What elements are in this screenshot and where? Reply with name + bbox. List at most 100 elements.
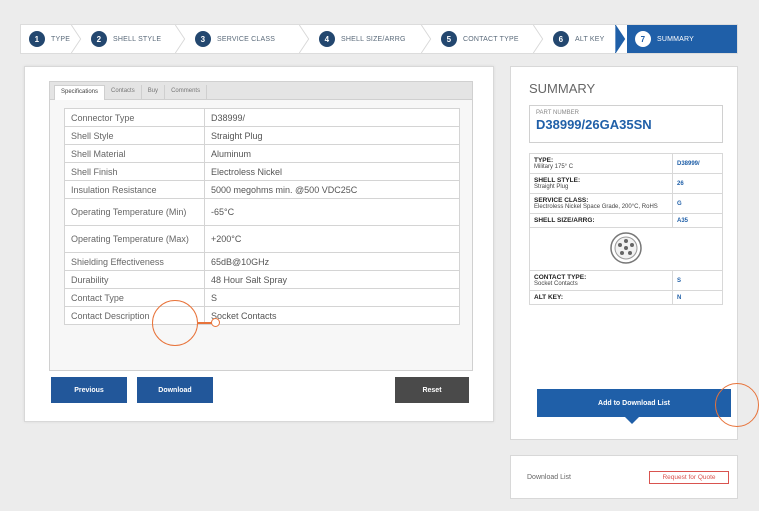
table-row: SHELL STYLE: Straight Plug 26 bbox=[529, 173, 723, 194]
request-quote-button[interactable]: Request for Quote bbox=[649, 471, 729, 484]
table-row: Contact Type S bbox=[64, 288, 460, 307]
tab-specifications[interactable]: Specifications bbox=[54, 85, 106, 100]
highlight-ring bbox=[152, 300, 198, 346]
summary-sub: Military 175° C bbox=[534, 164, 574, 170]
step-number: 7 bbox=[635, 31, 651, 47]
table-row: TYPE: Military 175° C D38999/ bbox=[529, 153, 723, 174]
summary-label: SERVICE CLASS: bbox=[534, 197, 589, 204]
step-label: SERVICE CLASS bbox=[217, 35, 276, 43]
summary-value: D38999/ bbox=[672, 153, 723, 174]
table-row: ALT KEY: N bbox=[529, 290, 723, 305]
summary-label: TYPE: bbox=[534, 157, 554, 164]
spec-box: Specifications Contacts Buy Comments Con… bbox=[49, 81, 473, 371]
summary-value: 26 bbox=[672, 173, 723, 194]
spec-table: Connector Type D38999/ Shell Style Straigh… bbox=[64, 108, 460, 325]
summary-value: G bbox=[672, 193, 723, 214]
step-contact-type[interactable]: 5 CONTACT TYPE bbox=[433, 25, 545, 53]
spec-value: Electroless Nickel bbox=[204, 162, 460, 181]
summary-panel: SUMMARY PART NUMBER D38999/26GA35SN TYPE… bbox=[510, 66, 738, 440]
table-row: Shell Finish Electroless Nickel bbox=[64, 162, 460, 181]
summary-sub: Straight Plug bbox=[534, 184, 569, 190]
callout-line bbox=[198, 322, 212, 324]
spec-key: Shell Material bbox=[64, 144, 205, 163]
chevron-right-icon bbox=[174, 25, 186, 53]
summary-label-cell: SHELL STYLE: Straight Plug bbox=[529, 173, 673, 194]
spec-key: Shielding Effectiveness bbox=[64, 252, 205, 271]
spec-value: 5000 megohms min. @500 VDC25C bbox=[204, 180, 460, 199]
step-label: TYPE bbox=[51, 35, 71, 43]
summary-value: N bbox=[672, 290, 723, 305]
summary-label: ALT KEY: bbox=[534, 294, 564, 301]
table-row: Contact Description Socket Contacts bbox=[64, 306, 460, 325]
part-number: D38999/26GA35SN bbox=[536, 117, 652, 132]
chevron-right-icon bbox=[532, 25, 544, 53]
spec-key: Durability bbox=[64, 270, 205, 289]
step-shell-style[interactable]: 2 SHELL STYLE bbox=[83, 25, 187, 53]
tab-contacts[interactable]: Contacts bbox=[105, 85, 142, 100]
callout-dot bbox=[211, 318, 220, 327]
summary-title: SUMMARY bbox=[529, 81, 596, 96]
step-number: 5 bbox=[441, 31, 457, 47]
spec-value: S bbox=[204, 288, 460, 307]
previous-button[interactable]: Previous bbox=[51, 377, 127, 403]
spec-key: Insulation Resistance bbox=[64, 180, 205, 199]
table-row: Shell Material Aluminum bbox=[64, 144, 460, 163]
step-label: SUMMARY bbox=[657, 35, 695, 43]
chevron-right-icon bbox=[614, 25, 626, 53]
step-number: 2 bbox=[91, 31, 107, 47]
summary-value: S bbox=[672, 270, 723, 291]
spec-key: Operating Temperature (Max) bbox=[64, 225, 205, 253]
tab-comments[interactable]: Comments bbox=[165, 85, 208, 100]
spec-key: Operating Temperature (Min) bbox=[64, 198, 205, 226]
download-list-label: Download List bbox=[527, 474, 571, 481]
spec-value: 65dB@10GHz bbox=[204, 252, 460, 271]
table-row: Operating Temperature (Max) +200°C bbox=[64, 225, 460, 253]
spec-key: Shell Style bbox=[64, 126, 205, 145]
step-type[interactable]: 1 TYPE bbox=[21, 25, 83, 53]
part-number-box: PART NUMBER D38999/26GA35SN bbox=[529, 105, 723, 143]
summary-sub: Socket Contacts bbox=[534, 281, 578, 287]
download-list-bar: Download List Request for Quote bbox=[510, 455, 738, 499]
step-alt-key[interactable]: 6 ALT KEY bbox=[545, 25, 627, 53]
step-label: SHELL STYLE bbox=[113, 35, 162, 43]
summary-value: A35 bbox=[672, 213, 723, 228]
download-button[interactable]: Download bbox=[137, 377, 213, 403]
caret-down-icon bbox=[625, 417, 639, 424]
table-row: Insulation Resistance 5000 megohms min. @… bbox=[64, 180, 460, 199]
connector-pin-icon bbox=[610, 232, 642, 264]
summary-label-cell: SERVICE CLASS: Electroless Nickel Space G… bbox=[529, 193, 673, 214]
table-row: CONTACT TYPE: Socket Contacts S bbox=[529, 270, 723, 291]
table-row: SERVICE CLASS: Electroless Nickel Space G… bbox=[529, 193, 723, 214]
summary-label-cell: TYPE: Military 175° C bbox=[529, 153, 673, 174]
step-number: 4 bbox=[319, 31, 335, 47]
specifications-panel: Specifications Contacts Buy Comments Con… bbox=[24, 66, 494, 422]
chevron-right-icon bbox=[70, 25, 82, 53]
step-number: 3 bbox=[195, 31, 211, 47]
summary-label-cell: SHELL SIZE/ARRG: bbox=[529, 213, 673, 228]
spec-value: D38999/ bbox=[204, 108, 460, 127]
step-service-class[interactable]: 3 SERVICE CLASS bbox=[187, 25, 311, 53]
add-to-download-list-button[interactable]: Add to Download List bbox=[537, 389, 731, 417]
part-number-label: PART NUMBER bbox=[536, 110, 580, 116]
step-summary[interactable]: 7 SUMMARY bbox=[627, 25, 737, 53]
spec-value: Straight Plug bbox=[204, 126, 460, 145]
summary-label: SHELL STYLE: bbox=[534, 177, 581, 184]
chevron-right-icon bbox=[298, 25, 310, 53]
table-row: Connector Type D38999/ bbox=[64, 108, 460, 127]
reset-button[interactable]: Reset bbox=[395, 377, 469, 403]
summary-table: TYPE: Military 175° C D38999/ SHELL STYLE… bbox=[529, 153, 723, 305]
wizard-stepper: 1 TYPE 2 SHELL STYLE 3 SERVICE CLASS 4 S… bbox=[20, 24, 738, 54]
table-row: Durability 48 Hour Salt Spray bbox=[64, 270, 460, 289]
summary-label: CONTACT TYPE: bbox=[534, 274, 587, 281]
spec-value: +200°C bbox=[204, 225, 460, 253]
step-shell-size[interactable]: 4 SHELL SIZE/ARRG bbox=[311, 25, 433, 53]
pin-layout-cell bbox=[529, 227, 723, 271]
step-number: 1 bbox=[29, 31, 45, 47]
step-label: CONTACT TYPE bbox=[463, 35, 519, 43]
table-row bbox=[529, 227, 723, 271]
step-label: ALT KEY bbox=[575, 35, 605, 43]
summary-label-cell: CONTACT TYPE: Socket Contacts bbox=[529, 270, 673, 291]
step-number: 6 bbox=[553, 31, 569, 47]
step-label: SHELL SIZE/ARRG bbox=[341, 35, 406, 43]
tab-buy[interactable]: Buy bbox=[142, 85, 166, 100]
